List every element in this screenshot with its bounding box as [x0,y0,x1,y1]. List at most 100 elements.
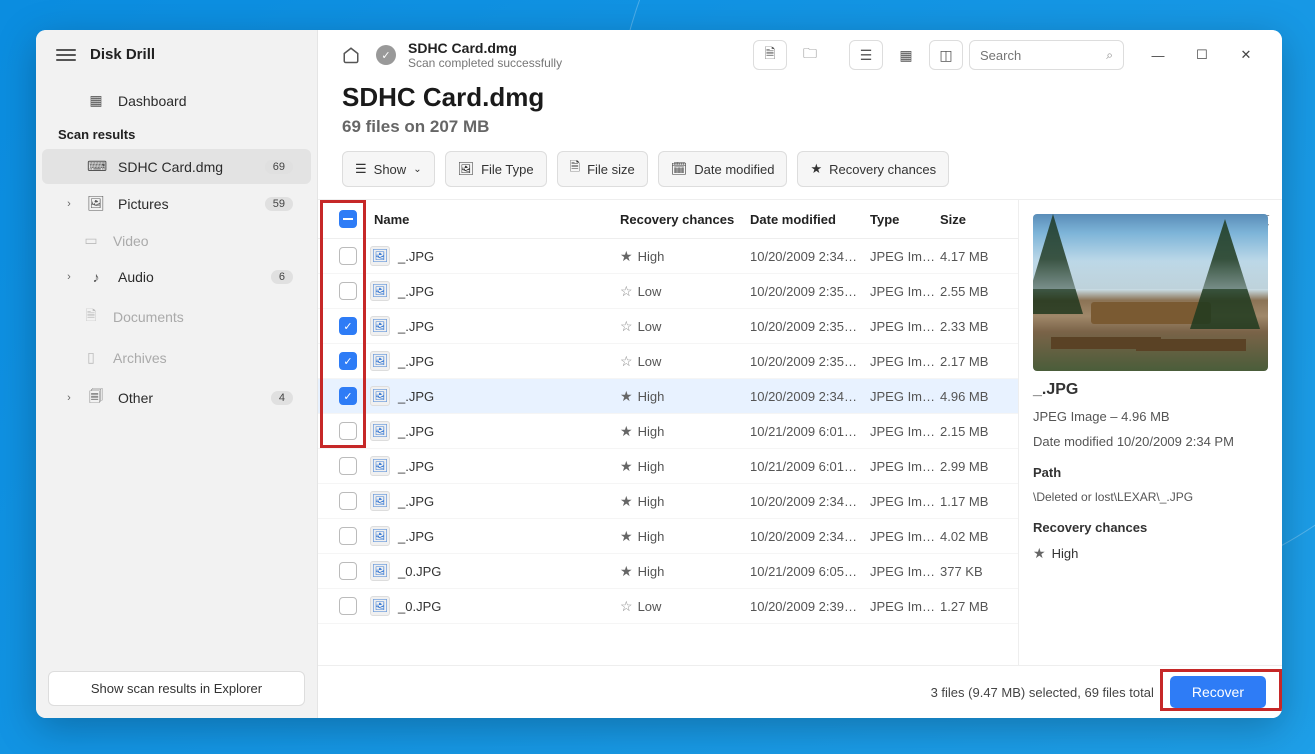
dashboard-icon: ▦ [87,92,105,109]
view-list-icon[interactable]: ☰ [849,40,883,70]
file-name: _.JPG [398,459,434,474]
chevron-right-icon: › [64,392,74,404]
size-value: 377 KB [940,564,1010,579]
filter-bar: ☰ Show ⌄ 🖼 File Type 🗎 File size 🗓 Date … [318,151,1282,199]
star-icon: ★ [810,161,822,177]
sidebar-item-documents[interactable]: 🗎 Documents [42,296,311,338]
file-icon: 🖼 [370,316,390,336]
date-value: 10/20/2009 2:34… [750,494,870,509]
sidebar-item-dashboard[interactable]: ▦ Dashboard [42,83,311,118]
table-row[interactable]: 🖼_.JPG★High10/20/2009 2:34…JPEG Im…4.02 … [318,519,1018,554]
recovery-value: Low [638,319,662,334]
table-row[interactable]: 🖼_0.JPG☆Low10/20/2009 2:39…JPEG Im…1.27 … [318,589,1018,624]
drive-icon: ⌨ [87,158,105,175]
page-title: SDHC Card.dmg [342,82,1258,113]
recover-button[interactable]: Recover [1170,676,1266,708]
sidebar-item-pictures[interactable]: › 🖼 Pictures 59 [42,186,311,221]
minimize-button[interactable]: — [1138,40,1178,70]
table-row[interactable]: ✓🖼_.JPG☆Low10/20/2009 2:35…JPEG Im…2.17 … [318,344,1018,379]
file-icon: 🗎 [570,158,580,180]
table-row[interactable]: ✓🖼_.JPG☆Low10/20/2009 2:35…JPEG Im…2.33 … [318,309,1018,344]
size-value: 2.15 MB [940,424,1010,439]
row-checkbox[interactable]: ✓ [339,387,357,405]
star-icon: ★ [620,423,633,440]
filter-file-size[interactable]: 🗎 File size [557,151,648,187]
file-name: _.JPG [398,424,434,439]
table-row[interactable]: ✓🖼_.JPG★High10/20/2009 2:34…JPEG Im…4.96… [318,379,1018,414]
table-row[interactable]: 🖼_0.JPG★High10/21/2009 6:05…JPEG Im…377 … [318,554,1018,589]
preview-date: Date modified 10/20/2009 2:34 PM [1033,434,1268,449]
sidebar-item-other[interactable]: › 🗐 Other 4 [42,377,311,419]
search-input[interactable]: ⌕ [969,40,1124,70]
source-subtitle: Scan completed successfully [408,56,562,70]
column-type[interactable]: Type [870,212,940,227]
date-value: 10/21/2009 6:01… [750,424,870,439]
filter-recovery[interactable]: ★ Recovery chances [797,151,949,187]
row-checkbox[interactable]: ✓ [339,352,357,370]
row-checkbox[interactable] [339,492,357,510]
close-button[interactable]: ✕ [1226,40,1266,70]
row-checkbox[interactable] [339,527,357,545]
row-checkbox[interactable] [339,457,357,475]
star-icon: ★ [1033,545,1046,562]
menu-icon[interactable] [56,49,76,61]
size-value: 4.17 MB [940,249,1010,264]
column-name[interactable]: Name [370,212,620,227]
file-icon: 🖼 [370,421,390,441]
view-file-icon[interactable]: 🗎 [753,40,787,70]
column-date[interactable]: Date modified [750,212,870,227]
recovery-value: High [638,494,665,509]
date-value: 10/20/2009 2:39… [750,599,870,614]
sidebar-item-video[interactable]: ▭ Video [42,223,311,258]
table-row[interactable]: 🖼_.JPG★High10/21/2009 6:01…JPEG Im…2.99 … [318,449,1018,484]
column-size[interactable]: Size [940,212,1010,227]
preview-filename: _.JPG [1033,381,1268,399]
recovery-value: High [638,424,665,439]
recovery-value: Low [638,599,662,614]
size-value: 1.27 MB [940,599,1010,614]
row-checkbox[interactable] [339,247,357,265]
view-grid-icon[interactable]: ▦ [889,40,923,70]
star-icon: ☆ [620,318,633,335]
search-field[interactable] [980,48,1106,63]
row-checkbox[interactable] [339,422,357,440]
app-title: Disk Drill [90,46,155,63]
row-checkbox[interactable] [339,282,357,300]
type-value: JPEG Im… [870,599,940,614]
file-icon: 🖼 [370,491,390,511]
footer: 3 files (9.47 MB) selected, 69 files tot… [318,665,1282,718]
preview-path-label: Path [1033,465,1268,480]
sidebar-item-audio[interactable]: › ♪ Audio 6 [42,260,311,294]
home-icon[interactable] [336,40,366,70]
calendar-icon: 🗓 [671,161,688,177]
size-value: 4.96 MB [940,389,1010,404]
sidebar-item-archives[interactable]: ▯ Archives [42,340,311,375]
recovery-value: High [638,564,665,579]
select-all-checkbox[interactable] [339,210,357,228]
view-folder-icon[interactable]: 🗀 [793,40,827,70]
sidebar-item-label: Archives [113,350,167,366]
show-dropdown[interactable]: ☰ Show ⌄ [342,151,435,187]
star-icon: ★ [620,493,633,510]
file-name: _0.JPG [398,564,441,579]
file-icon: 🖼 [370,596,390,616]
table-row[interactable]: 🖼_.JPG★High10/20/2009 2:34…JPEG Im…4.17 … [318,239,1018,274]
view-split-icon[interactable]: ◫ [929,40,963,70]
sidebar-item-label: Pictures [118,196,169,212]
maximize-button[interactable]: ☐ [1182,40,1222,70]
table-header: Name Recovery chances Date modified Type… [318,200,1018,239]
filter-date-modified[interactable]: 🗓 Date modified [658,151,788,187]
date-value: 10/21/2009 6:01… [750,459,870,474]
column-recovery[interactable]: Recovery chances [620,212,750,227]
table-row[interactable]: 🖼_.JPG★High10/20/2009 2:34…JPEG Im…1.17 … [318,484,1018,519]
documents-icon: 🗎 [82,305,100,329]
row-checkbox[interactable] [339,597,357,615]
sidebar-item-sdhc[interactable]: ⌨ SDHC Card.dmg 69 [42,149,311,184]
filter-file-type[interactable]: 🖼 File Type [445,151,547,187]
table-row[interactable]: 🖼_.JPG★High10/21/2009 6:01…JPEG Im…2.15 … [318,414,1018,449]
table-row[interactable]: 🖼_.JPG☆Low10/20/2009 2:35…JPEG Im…2.55 M… [318,274,1018,309]
show-in-explorer-button[interactable]: Show scan results in Explorer [48,671,305,706]
row-checkbox[interactable]: ✓ [339,317,357,335]
content-area: Name Recovery chances Date modified Type… [318,199,1282,665]
row-checkbox[interactable] [339,562,357,580]
